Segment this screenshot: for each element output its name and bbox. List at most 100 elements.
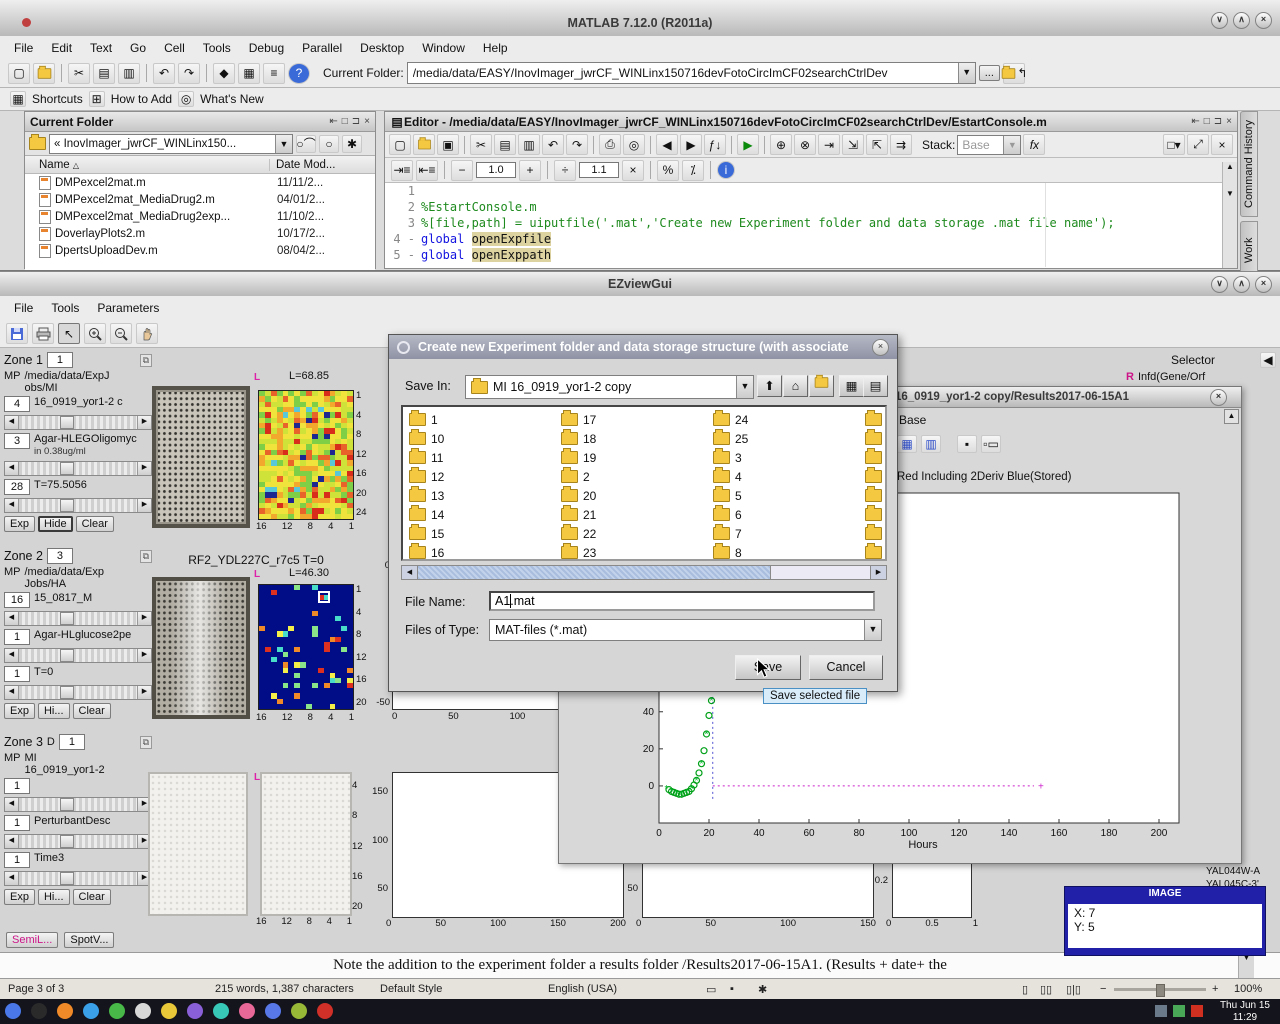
folder-item-clipped[interactable] — [865, 505, 882, 524]
zone-num-field[interactable]: 1 — [4, 778, 30, 794]
dock-icon[interactable]: ⇤ — [329, 116, 337, 127]
run-icon[interactable]: ▶ — [737, 134, 759, 155]
slider-left-icon[interactable]: ◀ — [5, 499, 19, 512]
slider-right-icon[interactable]: ▶ — [137, 416, 151, 429]
chat-icon[interactable] — [213, 1003, 229, 1019]
page-indicator[interactable]: Page 3 of 3 — [8, 983, 64, 995]
search-icon[interactable]: ○⌒ — [296, 135, 316, 153]
folder-item-11[interactable]: 11 — [409, 448, 444, 467]
file-name-input[interactable] — [489, 591, 875, 611]
zone-slider[interactable]: ◀▶ — [4, 685, 152, 700]
folder-item-21[interactable]: 21 — [561, 505, 596, 524]
zoom-out-icon[interactable]: − — [1100, 983, 1106, 995]
office-icon[interactable] — [265, 1003, 281, 1019]
matlab-menu-help[interactable]: Help — [475, 38, 516, 58]
pan-hand-icon[interactable] — [136, 323, 158, 344]
text-editor-icon[interactable] — [135, 1003, 151, 1019]
matlab-icon[interactable] — [317, 1003, 333, 1019]
folder-item-2[interactable]: 2 — [561, 467, 596, 486]
ezview-menu-parameters[interactable]: Parameters — [89, 298, 167, 318]
folder-item-22[interactable]: 22 — [561, 524, 596, 543]
save-icon[interactable] — [6, 323, 28, 344]
applications-menu-icon[interactable] — [5, 1003, 21, 1019]
save-in-combobox[interactable]: MI 16_0919_yor1-2 copy ▼ — [465, 375, 754, 399]
file-row[interactable]: DpertsUploadDev.m08/04/2... — [25, 242, 375, 259]
redo-icon[interactable]: ↷ — [566, 134, 588, 155]
clock[interactable]: Thu Jun 15 11:29 — [1206, 999, 1280, 1024]
copy-icon[interactable]: ▤ — [494, 134, 516, 155]
plate-photo-zone3-left[interactable] — [148, 772, 248, 916]
matlab-menu-go[interactable]: Go — [122, 38, 154, 58]
multiply-icon[interactable]: × — [622, 160, 644, 181]
folder-item-clipped[interactable] — [865, 467, 882, 486]
divide-value-field[interactable]: 1.1 — [579, 162, 619, 178]
slider-left-icon[interactable]: ◀ — [5, 612, 19, 625]
search-in-files-icon[interactable]: ○ — [319, 135, 339, 153]
zone-detach-icon[interactable]: ⧉ — [140, 354, 152, 367]
increase-indent-icon[interactable]: ⇥≡ — [391, 160, 413, 181]
folder-item-12[interactable]: 12 — [409, 467, 444, 486]
undo-icon[interactable]: ↶ — [542, 134, 564, 155]
maximize-editor-icon[interactable]: ⤢ — [1187, 134, 1209, 155]
zone-2-button-hi[interactable]: Hi... — [38, 703, 70, 719]
cut-icon[interactable]: ✂ — [68, 63, 90, 84]
matlab-menu-cell[interactable]: Cell — [156, 38, 193, 58]
undo-icon[interactable]: ↶ — [153, 63, 175, 84]
book-view-icon[interactable]: ▯|▯ — [1066, 983, 1081, 996]
current-folder-combobox[interactable]: /media/data/EASY/InovImager_jwrCF_WINLin… — [407, 62, 976, 84]
paste-icon[interactable]: ▥ — [118, 63, 140, 84]
slider-left-icon[interactable]: ◀ — [5, 872, 19, 885]
ezview-menu-tools[interactable]: Tools — [43, 298, 87, 318]
heatmap-zone1[interactable] — [258, 390, 354, 520]
folder-list-hscrollbar[interactable]: ◀ ▶ — [401, 565, 887, 580]
decrease-indent-icon[interactable]: ⇤≡ — [416, 160, 438, 181]
terminal-icon[interactable] — [31, 1003, 47, 1019]
folder-breadcrumb-combobox[interactable]: « InovImager_jwrCF_WINLinx150... ▼ — [49, 134, 293, 154]
open-file-icon[interactable] — [33, 63, 55, 84]
zone-3-button-clear[interactable]: Clear — [73, 889, 111, 905]
undock-icon[interactable]: ⊐ — [1214, 116, 1222, 127]
collapse-left-icon[interactable]: ◀ — [1260, 352, 1276, 368]
cut-icon[interactable]: ✂ — [470, 134, 492, 155]
scrollbar-thumb[interactable] — [418, 566, 771, 579]
language-selector[interactable]: English (USA) — [548, 983, 617, 995]
zone-1-button-clear[interactable]: Clear — [76, 516, 114, 532]
folder-item-clipped[interactable] — [865, 543, 882, 561]
image-view-icon[interactable]: ▫▭ — [981, 435, 1001, 453]
zone-num-field[interactable]: 1 — [4, 815, 30, 831]
minimize-panel-icon[interactable]: □ — [1204, 116, 1210, 127]
editor-panel-header[interactable]: ▤ Editor - /media/data/EASY/InovImager_j… — [385, 112, 1237, 132]
zoom-out-icon[interactable] — [110, 323, 132, 344]
info-icon[interactable]: i — [717, 161, 735, 179]
slider-right-icon[interactable]: ▶ — [137, 499, 151, 512]
cancel-button[interactable]: Cancel — [809, 655, 883, 680]
up-folder-icon[interactable]: ↰ — [1003, 63, 1025, 84]
plate-photo-zone1[interactable] — [152, 386, 250, 528]
close-icon[interactable]: × — [1255, 276, 1272, 293]
zone-num-field[interactable]: 1 — [4, 629, 30, 645]
volume-tray-icon[interactable] — [1173, 1005, 1185, 1017]
ezview-menu-file[interactable]: File — [6, 298, 41, 318]
decrement-icon[interactable]: − — [451, 160, 473, 181]
zone-num-field[interactable]: 28 — [4, 479, 30, 495]
guide-icon[interactable]: ▦ — [238, 63, 260, 84]
new-folder-icon[interactable] — [809, 375, 834, 397]
file-manager-icon[interactable] — [83, 1003, 99, 1019]
media-player-icon[interactable] — [187, 1003, 203, 1019]
zone-num-field[interactable]: 3 — [4, 433, 30, 449]
file-row[interactable]: DMPexcel2mat_MediaDrug2exp...11/10/2... — [25, 208, 375, 225]
slider-left-icon[interactable]: ◀ — [5, 416, 19, 429]
slider-right-icon[interactable]: ▶ — [137, 686, 151, 699]
minimize-icon[interactable]: ∨ — [1211, 12, 1228, 29]
matlab-menu-tools[interactable]: Tools — [195, 38, 239, 58]
editor-vscrollbar[interactable]: ▲▼ — [1222, 162, 1237, 268]
folder-item-clipped[interactable] — [865, 524, 882, 543]
chevron-down-icon[interactable]: ▼ — [736, 376, 753, 398]
folder-item-24[interactable]: 24 — [713, 410, 748, 429]
graphics-icon[interactable] — [239, 1003, 255, 1019]
zone-detach-icon[interactable]: ⧉ — [140, 736, 152, 749]
minimize-icon[interactable]: ∨ — [1211, 276, 1228, 293]
close-panel-icon[interactable]: × — [364, 116, 370, 127]
word-count[interactable]: 215 words, 1,387 characters — [215, 983, 354, 995]
divide-icon[interactable]: ÷ — [554, 160, 576, 181]
